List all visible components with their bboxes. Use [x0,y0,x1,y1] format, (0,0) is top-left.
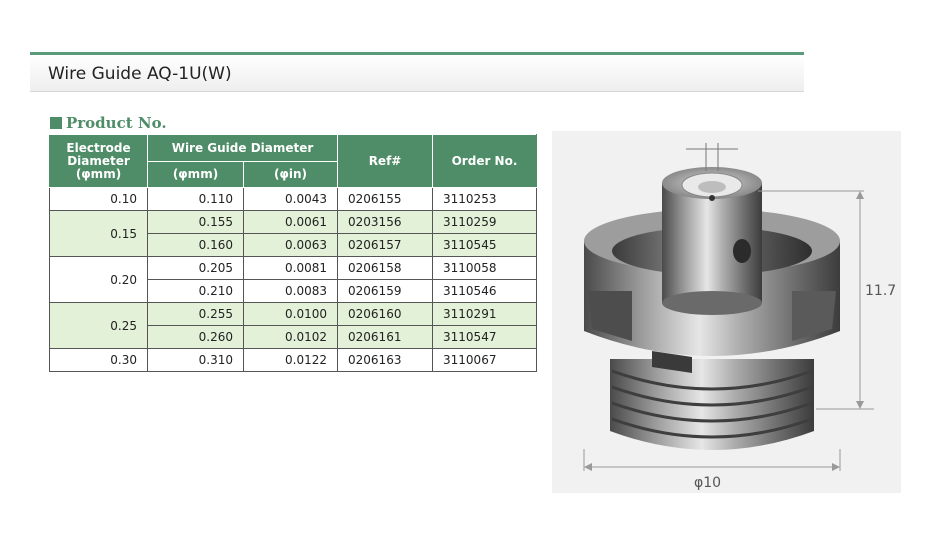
wg-in-cell: 0.0043 [242,187,339,211]
electrode-cell: 0.20 [49,256,148,303]
wg-mm-cell: 0.260 [147,325,244,349]
order-cell: 3110058 [432,256,538,280]
section-heading-text: Product No. [66,114,167,132]
order-cell: 3110259 [432,210,538,234]
ref-cell: 0203156 [337,210,434,234]
wg-mm-cell: 0.110 [147,187,244,211]
header-order-no: Order No. [432,134,538,188]
page-header: Wire Guide AQ-1U(W) [30,52,804,92]
product-photo: 11.7 φ10 [552,131,901,493]
order-cell: 3110546 [432,279,538,303]
header-wg-in: (φin) [242,161,339,188]
electrode-cell: 0.10 [49,187,148,211]
wg-in-cell: 0.0102 [242,325,339,349]
ref-cell: 0206159 [337,279,434,303]
wg-in-cell: 0.0083 [242,279,339,303]
section-heading: Product No. [50,114,167,132]
wg-mm-cell: 0.310 [147,348,244,372]
order-cell: 3110545 [432,233,538,257]
wg-mm-cell: 0.155 [147,210,244,234]
wg-mm-cell: 0.205 [147,256,244,280]
ref-cell: 0206157 [337,233,434,257]
header-wg-mm: (φmm) [147,161,244,188]
wg-in-cell: 0.0063 [242,233,339,257]
height-dimension-label: 11.7 [865,283,896,299]
table-row: 0.30 0.310 0.0122 0206163 3110067 [49,348,538,372]
wg-mm-cell: 0.160 [147,233,244,257]
table-row: 0.10 0.110 0.0043 0206155 3110253 [49,187,538,211]
header-wire-guide-diameter: Wire Guide Diameter [146,134,339,162]
diameter-dimension-label: φ10 [694,475,721,491]
ref-cell: 0206161 [337,325,434,349]
electrode-cell: 0.30 [49,348,148,372]
order-cell: 3110067 [432,348,538,372]
electrode-cell: 0.15 [49,210,148,257]
ref-cell: 0206163 [337,348,434,372]
wg-in-cell: 0.0122 [242,348,339,372]
table-row: 0.15 0.155 0.0061 0203156 3110259 [49,210,538,257]
wg-in-cell: 0.0061 [242,210,339,234]
page-title: Wire Guide AQ-1U(W) [48,64,232,84]
table-row: 0.20 0.205 0.0081 0206158 3110058 [49,256,538,303]
order-cell: 3110253 [432,187,538,211]
product-table: Electrode Diameter (φmm) Wire Guide Diam… [49,134,538,372]
wg-in-cell: 0.0100 [242,302,339,326]
order-cell: 3110291 [432,302,538,326]
wg-in-cell: 0.0081 [242,256,339,280]
table-row: 0.25 0.255 0.0100 0206160 3110291 [49,302,538,349]
ref-cell: 0206155 [337,187,434,211]
order-cell: 3110547 [432,325,538,349]
header-ref: Ref# [337,134,434,188]
wg-mm-cell: 0.255 [147,302,244,326]
square-bullet-icon [50,117,62,129]
wg-mm-cell: 0.210 [147,279,244,303]
header-electrode-diameter: Electrode Diameter (φmm) [49,134,148,188]
wire-guide-illustration: 11.7 φ10 [583,143,896,491]
ref-cell: 0206160 [337,302,434,326]
ref-cell: 0206158 [337,256,434,280]
electrode-cell: 0.25 [49,302,148,349]
